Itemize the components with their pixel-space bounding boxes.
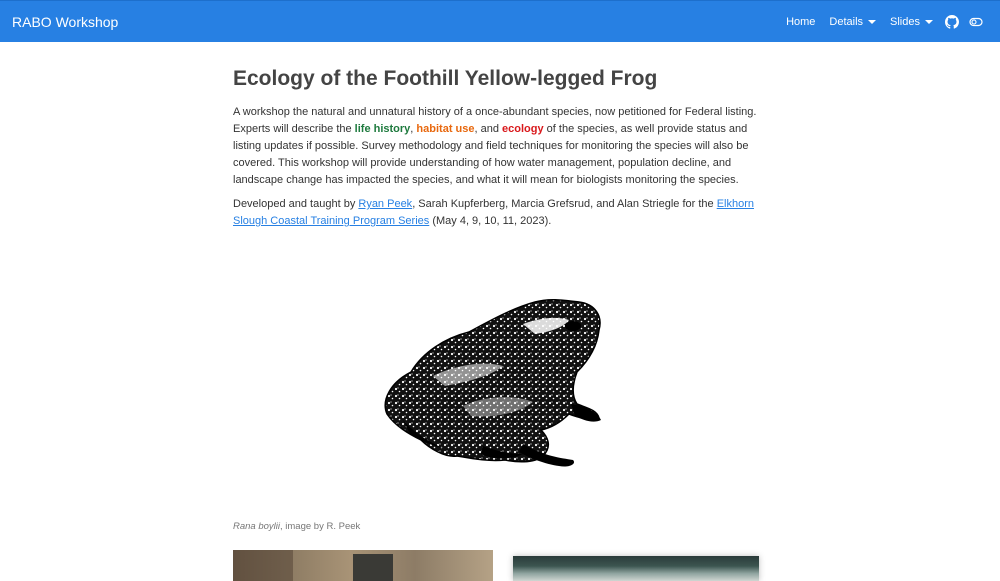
nav-home-label: Home <box>786 15 816 28</box>
habitat-use-term: habitat use <box>416 123 475 136</box>
brand-link[interactable]: RABO Workshop <box>12 14 118 30</box>
github-icon[interactable] <box>945 14 959 29</box>
life-history-term: life history <box>354 123 411 136</box>
credit-text-2: , Sarah Kupferberg, Marcia Grefsrud, and… <box>412 198 717 211</box>
field-photo-right <box>513 556 759 581</box>
page-title: Ecology of the Foothill Yellow-legged Fr… <box>233 67 658 90</box>
nav-home[interactable]: Home <box>779 16 822 28</box>
intro-sep-2: , and <box>474 123 503 136</box>
credit-text-3: (May 4, 9, 10, 11, 2023). <box>429 215 552 228</box>
photo-left-detail <box>353 554 393 581</box>
main-content: Ecology of the Foothill Yellow-legged Fr… <box>233 42 767 230</box>
field-photo-left <box>233 550 493 581</box>
nav-details-label: Details <box>829 15 864 28</box>
intro-paragraph: A workshop the natural and unnatural his… <box>233 104 767 189</box>
credit-paragraph: Developed and taught by Ryan Peek, Sarah… <box>233 196 767 230</box>
nav-details-dropdown[interactable]: Details <box>822 16 883 28</box>
frog-illustration <box>373 296 607 470</box>
photo-left-shadow <box>233 550 293 581</box>
navbar: RABO Workshop Home Details Slides <box>0 0 1000 42</box>
nav-slides-label: Slides <box>890 15 920 28</box>
caption-species: Rana boylii <box>233 521 280 532</box>
nav-slides-dropdown[interactable]: Slides <box>883 16 940 28</box>
credit-text-1: Developed and taught by <box>233 198 359 211</box>
caption-credit: , image by R. Peek <box>280 521 361 532</box>
ecology-term: ecology <box>502 123 544 136</box>
toggle-icon[interactable] <box>969 15 983 29</box>
chevron-down-icon <box>868 19 877 24</box>
image-caption: Rana boylii, image by R. Peek <box>233 521 360 532</box>
chevron-down-icon <box>925 19 933 24</box>
nav-menu: Home Details Slides <box>779 14 988 29</box>
ryan-peek-link[interactable]: Ryan Peek <box>358 198 412 210</box>
